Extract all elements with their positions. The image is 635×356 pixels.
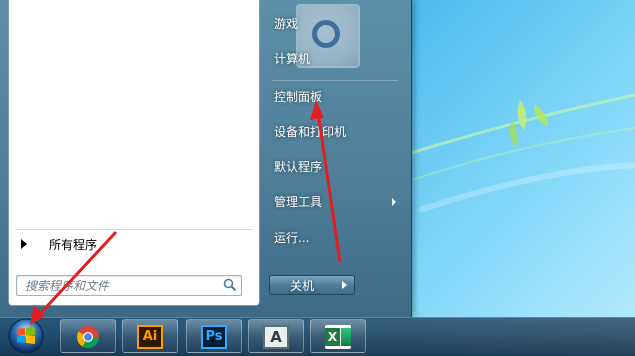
start-menu-left-pane: 所有程序 [8, 0, 260, 306]
excel-icon: X [325, 325, 351, 349]
search-input[interactable] [17, 276, 221, 295]
shutdown-button[interactable]: 关机 [269, 275, 335, 295]
start-menu-right-pane: 游戏 计算机 控制面板 设备和打印机 默认程序 管理工具 运行... [260, 0, 410, 317]
search-box[interactable] [16, 275, 242, 296]
menu-separator [272, 80, 398, 81]
chrome-icon [77, 326, 99, 348]
pinned-programs-list [9, 0, 259, 228]
taskbar-autocad-button[interactable]: A [248, 319, 304, 353]
taskbar-photoshop-button[interactable]: Ps [186, 319, 242, 353]
taskbar-illustrator-button[interactable]: Ai [122, 319, 178, 353]
menu-item-games[interactable]: 游戏 [264, 12, 402, 36]
submenu-arrow-icon [392, 198, 396, 206]
menu-item-computer[interactable]: 计算机 [264, 47, 402, 71]
caret-right-icon [21, 239, 27, 249]
menu-item-control-panel[interactable]: 控制面板 [264, 85, 402, 109]
start-button[interactable] [6, 317, 46, 355]
start-menu: 所有程序 游戏 计算机 控制面板 设备和打印机 默认程序 管理工具 运行... … [0, 0, 412, 317]
caret-right-icon [342, 281, 347, 289]
taskbar-chrome-button[interactable] [60, 319, 116, 353]
menu-item-devices-printers[interactable]: 设备和打印机 [264, 120, 402, 144]
menu-item-admin-tools-label: 管理工具 [274, 195, 323, 209]
shutdown-options-button[interactable] [334, 275, 355, 295]
divider [15, 229, 253, 230]
menu-item-run[interactable]: 运行... [264, 226, 402, 250]
taskbar-excel-button[interactable]: X [310, 319, 366, 353]
menu-item-default-programs[interactable]: 默认程序 [264, 155, 402, 179]
autocad-icon: A [263, 325, 289, 349]
search-icon[interactable] [223, 278, 237, 292]
all-programs-label: 所有程序 [49, 237, 98, 252]
photoshop-icon: Ps [201, 325, 227, 349]
menu-item-admin-tools[interactable]: 管理工具 [264, 190, 402, 214]
illustrator-icon: Ai [137, 325, 163, 349]
shutdown-label: 关机 [289, 278, 314, 293]
all-programs-button[interactable]: 所有程序 [15, 234, 253, 254]
